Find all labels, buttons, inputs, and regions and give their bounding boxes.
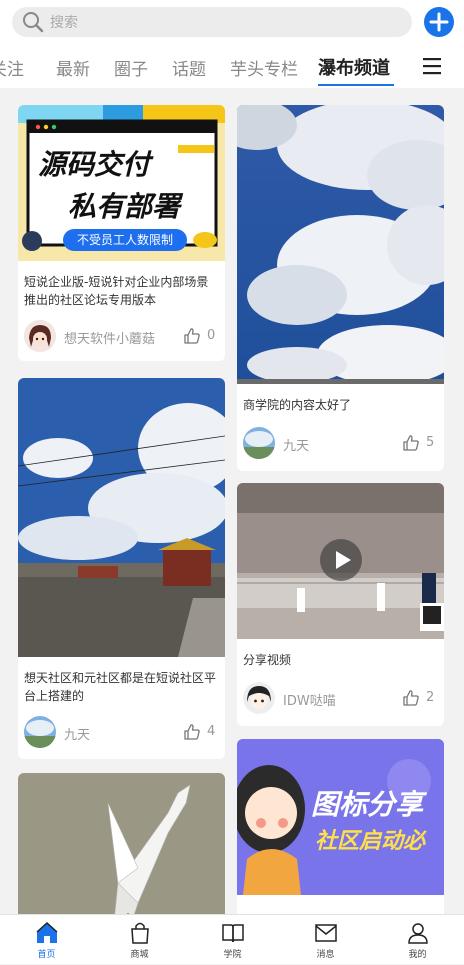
tab-topic[interactable]: 话题 xyxy=(172,55,206,80)
post-image xyxy=(18,773,225,914)
top-bar: 搜索 关注 最新 圈子 话题 芋头专栏 瀑布频道 xyxy=(0,0,464,88)
menu-icon[interactable] xyxy=(421,56,443,76)
nav-label: 我的 xyxy=(408,950,427,960)
banner-pill: 不受员工人数限制 xyxy=(63,229,187,251)
temple-photo xyxy=(18,378,225,657)
tab-circle[interactable]: 圈子 xyxy=(114,55,148,80)
post-card[interactable]: 分享视频 IDW哒喵 2 xyxy=(237,483,444,726)
nav-label: 学院 xyxy=(223,950,242,960)
channel-tabs: 关注 最新 圈子 话题 芋头专栏 瀑布频道 xyxy=(0,50,410,86)
nav-label: 首页 xyxy=(37,950,56,960)
bag-icon xyxy=(130,922,149,944)
book-icon xyxy=(221,924,244,943)
banner-line2: 私有部署 xyxy=(68,190,181,223)
like-count: 4 xyxy=(207,724,216,739)
play-icon xyxy=(336,551,351,569)
post-card[interactable]: 想天社区和元社区都是在短说社区平台上搭建的 九天 4 xyxy=(18,378,225,759)
post-card[interactable] xyxy=(18,773,225,914)
author-name: 想天软件小蘑菇 xyxy=(64,332,156,347)
post-card[interactable]: 图标分享 社区启动必 xyxy=(237,739,444,914)
nav-profile[interactable]: 我的 xyxy=(371,915,464,965)
post-card[interactable]: 商学院的内容太好了 九天 5 xyxy=(237,105,444,471)
search-bar[interactable]: 搜索 xyxy=(12,7,412,37)
author-name: 九天 xyxy=(64,728,91,743)
banner-line1: 源码交付 xyxy=(38,148,151,181)
play-button[interactable] xyxy=(320,539,362,581)
bottom-nav: 首页 商城 学院 消息 我的 xyxy=(0,914,464,964)
mail-icon xyxy=(314,924,337,942)
author-name: 九天 xyxy=(283,439,310,454)
post-title: 想天社区和元社区都是在短说社区平台上搭建的 xyxy=(24,671,217,703)
origami-crane-image xyxy=(18,773,225,914)
like-count: 5 xyxy=(426,435,435,450)
banner2-line2: 社区启动必 xyxy=(315,829,426,854)
post-title: 短说企业版-短说针对企业内部场景推出的社区论坛专用版本 xyxy=(24,275,209,307)
banner2-line1: 图标分享 xyxy=(311,788,424,821)
post-image: 图标分享 社区启动必 xyxy=(237,739,444,895)
like-icon[interactable] xyxy=(183,327,201,345)
active-tab-indicator xyxy=(318,84,394,86)
nav-label: 商城 xyxy=(130,950,149,960)
waterfall-feed[interactable]: 源码交付 私有部署 不受员工人数限制 短说企业版-短说针对企业内部场景推出的社区… xyxy=(0,88,464,914)
nav-home[interactable]: 首页 xyxy=(0,915,93,965)
post-card[interactable]: 源码交付 私有部署 不受员工人数限制 短说企业版-短说针对企业内部场景推出的社区… xyxy=(18,105,225,361)
like-icon[interactable] xyxy=(402,434,420,452)
tab-column[interactable]: 芋头专栏 xyxy=(230,55,298,80)
tab-waterfall[interactable]: 瀑布频道 xyxy=(318,54,390,80)
post-image xyxy=(18,378,225,657)
avatar xyxy=(24,716,56,748)
nav-messages[interactable]: 消息 xyxy=(279,915,372,965)
home-icon xyxy=(35,921,58,943)
author-name: IDW哒喵 xyxy=(283,694,336,709)
like-icon[interactable] xyxy=(402,689,420,707)
like-count: 2 xyxy=(426,690,435,705)
post-title: 商学院的内容太好了 xyxy=(243,398,352,412)
like-count: 0 xyxy=(207,328,216,343)
avatar xyxy=(24,320,56,352)
add-post-button[interactable] xyxy=(424,7,454,37)
like-icon[interactable] xyxy=(183,723,201,741)
post-title: 分享视频 xyxy=(243,653,292,667)
avatar xyxy=(243,427,275,459)
user-icon xyxy=(407,923,428,944)
nav-shop[interactable]: 商城 xyxy=(93,915,186,965)
nav-label: 消息 xyxy=(316,950,335,960)
post-image xyxy=(237,105,444,384)
search-icon xyxy=(23,12,44,33)
plus-icon xyxy=(429,12,449,32)
sky-photo xyxy=(237,105,444,384)
nav-academy[interactable]: 学院 xyxy=(186,915,279,965)
tab-follow[interactable]: 关注 xyxy=(0,55,24,80)
avatar xyxy=(243,682,275,714)
search-placeholder: 搜索 xyxy=(50,15,78,31)
post-image: 源码交付 私有部署 不受员工人数限制 xyxy=(18,105,225,261)
tab-latest[interactable]: 最新 xyxy=(56,55,90,80)
post-video-thumbnail[interactable] xyxy=(237,483,444,639)
